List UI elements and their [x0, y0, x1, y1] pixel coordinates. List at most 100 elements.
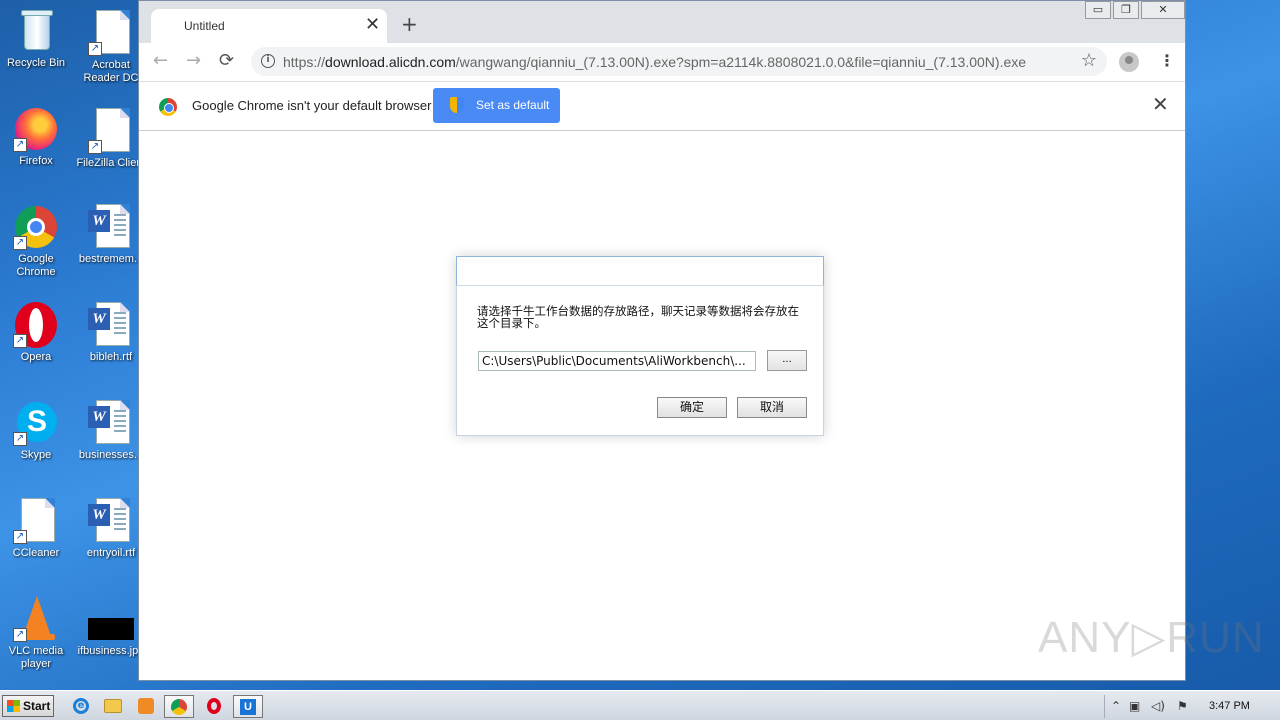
opera-icon: ↗	[13, 302, 59, 348]
file-icon: ↗	[88, 108, 134, 154]
opera-icon	[207, 698, 221, 714]
desktop-icon-acrobat[interactable]: ↗ Acrobat Reader DC	[75, 10, 147, 85]
start-label: Start	[23, 699, 51, 713]
volume-icon[interactable]: ◁)	[1151, 699, 1165, 713]
folder-icon	[104, 699, 122, 713]
desktop-icon-entryoil[interactable]: W entryoil.rtf	[75, 498, 147, 560]
url-text: https://download.alicdn.com/wangwang/qia…	[283, 54, 1026, 70]
desktop-icon-label: bibleh.rtf	[89, 351, 133, 363]
chrome-logo-icon	[159, 98, 177, 116]
taskbar-qianniu[interactable]: U	[233, 695, 263, 718]
firefox-icon: ↗	[13, 106, 59, 152]
desktop-icon-label: Skype	[20, 449, 52, 461]
desktop-icon-ifbusiness[interactable]: ifbusiness.jpg	[75, 606, 147, 658]
action-center-flag-icon[interactable]: ⚑	[1177, 699, 1188, 713]
start-button[interactable]: Start	[2, 695, 54, 717]
forward-icon[interactable]: →	[186, 51, 201, 71]
desktop-icon-label: FileZilla Client	[76, 157, 146, 169]
minimize-button[interactable]: ▭	[1085, 1, 1111, 19]
tab-strip: Untitled ✕ + ▭ ❐ ✕	[139, 1, 1185, 43]
desktop-icon-recycle-bin[interactable]: Recycle Bin	[0, 8, 72, 70]
default-browser-infobar: Google Chrome isn't your default browser…	[139, 81, 1185, 131]
file-icon: ↗	[13, 498, 59, 544]
anyrun-watermark: ANY▷RUN	[1038, 613, 1265, 662]
window-controls: ▭ ❐ ✕	[1083, 1, 1185, 19]
word-doc-icon: W	[88, 204, 134, 250]
path-input[interactable]: C:\Users\Public\Documents\AliWorkbench\.…	[478, 351, 756, 371]
info-icon[interactable]: i	[261, 54, 275, 68]
vlc-icon: ↗	[13, 596, 59, 642]
taskbar-media-player[interactable]	[131, 695, 161, 718]
desktop-icon-label: CCleaner	[12, 547, 60, 559]
media-player-icon	[138, 698, 154, 714]
infobar-close-icon[interactable]: ✕	[1152, 94, 1169, 114]
cancel-button[interactable]: 取消	[737, 397, 807, 418]
chrome-icon: ↗	[13, 204, 59, 250]
back-icon[interactable]: ←	[153, 51, 168, 71]
window-close-button[interactable]: ✕	[1141, 1, 1185, 19]
image-file-icon	[88, 606, 134, 642]
profile-icon[interactable]	[1119, 52, 1139, 72]
windows-logo-icon	[7, 700, 20, 712]
menu-icon[interactable]: ⋮	[1159, 51, 1175, 71]
desktop-icon-opera[interactable]: ↗ Opera	[0, 302, 72, 364]
chrome-icon	[171, 699, 187, 715]
dialog-title-bar[interactable]	[456, 256, 824, 286]
word-doc-icon: W	[88, 400, 134, 446]
skype-icon: S ↗	[13, 400, 59, 446]
desktop-icon-label: ifbusiness.jpg	[77, 645, 145, 657]
shield-icon	[450, 97, 464, 113]
browse-button[interactable]: ...	[767, 350, 807, 371]
qianniu-app-icon: U	[240, 699, 256, 715]
word-doc-icon: W	[88, 498, 134, 544]
desktop-icon-ccleaner[interactable]: ↗ CCleaner	[0, 498, 72, 560]
url-path: /wangwang/qianniu_(7.13.00N).exe?spm=a21…	[455, 54, 1027, 70]
desktop-icon-firefox[interactable]: ↗ Firefox	[0, 106, 72, 168]
file-icon: ↗	[88, 10, 134, 56]
desktop-icon-skype[interactable]: S ↗ Skype	[0, 400, 72, 462]
word-doc-icon: W	[88, 302, 134, 348]
ok-button[interactable]: 确定	[657, 397, 727, 418]
clock[interactable]: 3:47 PM	[1209, 700, 1250, 712]
url-prefix: https://	[283, 54, 326, 70]
desktop-icon-label: Firefox	[19, 155, 53, 167]
desktop-icon-label: Opera	[20, 351, 52, 363]
set-as-default-button[interactable]: Set as default	[433, 88, 560, 123]
dialog-message: 请选择千牛工作台数据的存放路径，聊天记录等数据将会存放在这个目录下。	[477, 304, 799, 330]
taskbar-chrome[interactable]	[164, 695, 194, 718]
desktop-icon-label: Recycle Bin	[6, 57, 66, 69]
recycle-bin-icon	[13, 8, 59, 54]
desktop-icon-label: entryoil.rtf	[86, 547, 136, 559]
taskbar-ie[interactable]: e	[66, 695, 96, 718]
taskbar-opera[interactable]	[199, 695, 229, 718]
tab-untitled[interactable]: Untitled ✕	[151, 9, 387, 43]
desktop-icon-chrome[interactable]: ↗ Google Chrome	[0, 204, 72, 279]
desktop-icon-label: VLC media player	[8, 645, 64, 670]
show-hidden-icons-icon[interactable]: ⌃	[1111, 699, 1121, 713]
tab-title: Untitled	[184, 19, 225, 33]
network-icon[interactable]: ▣	[1129, 699, 1140, 713]
desktop-icon-bestremem[interactable]: W bestremem...	[75, 204, 147, 266]
address-bar[interactable]: i https://download.alicdn.com/wangwang/q…	[251, 47, 1107, 76]
system-tray: ⌃ ▣ ◁) ⚑ 3:47 PM	[1104, 695, 1278, 718]
desktop-icon-label: bestremem...	[78, 253, 144, 265]
desktop-icon-filezilla[interactable]: ↗ FileZilla Client	[75, 108, 147, 170]
close-icon[interactable]: ✕	[365, 16, 380, 34]
desktop-icon-label: businesses...	[78, 449, 144, 461]
ie-icon: e	[73, 698, 89, 714]
reload-icon[interactable]: ⟳	[219, 51, 234, 71]
browser-toolbar: ← → ⟳ i https://download.alicdn.com/wang…	[139, 43, 1185, 81]
desktop-icon-vlc[interactable]: ↗ VLC media player	[0, 596, 72, 671]
infobar-message: Google Chrome isn't your default browser	[192, 98, 432, 113]
taskbar-explorer[interactable]	[98, 695, 128, 718]
url-host: download.alicdn.com	[325, 54, 456, 70]
data-path-dialog: 请选择千牛工作台数据的存放路径，聊天记录等数据将会存放在这个目录下。 C:\Us…	[456, 256, 824, 436]
desktop-icon-label: Acrobat Reader DC	[83, 59, 139, 84]
new-tab-button[interactable]: +	[401, 14, 418, 34]
taskbar: Start e U ⌃ ▣ ◁) ⚑ 3:47 PM	[0, 690, 1280, 720]
set-as-default-label: Set as default	[476, 98, 550, 112]
restore-button[interactable]: ❐	[1113, 1, 1139, 19]
star-icon[interactable]: ☆	[1081, 50, 1097, 71]
desktop-icon-bibleh[interactable]: W bibleh.rtf	[75, 302, 147, 364]
desktop-icon-businesses[interactable]: W businesses...	[75, 400, 147, 462]
